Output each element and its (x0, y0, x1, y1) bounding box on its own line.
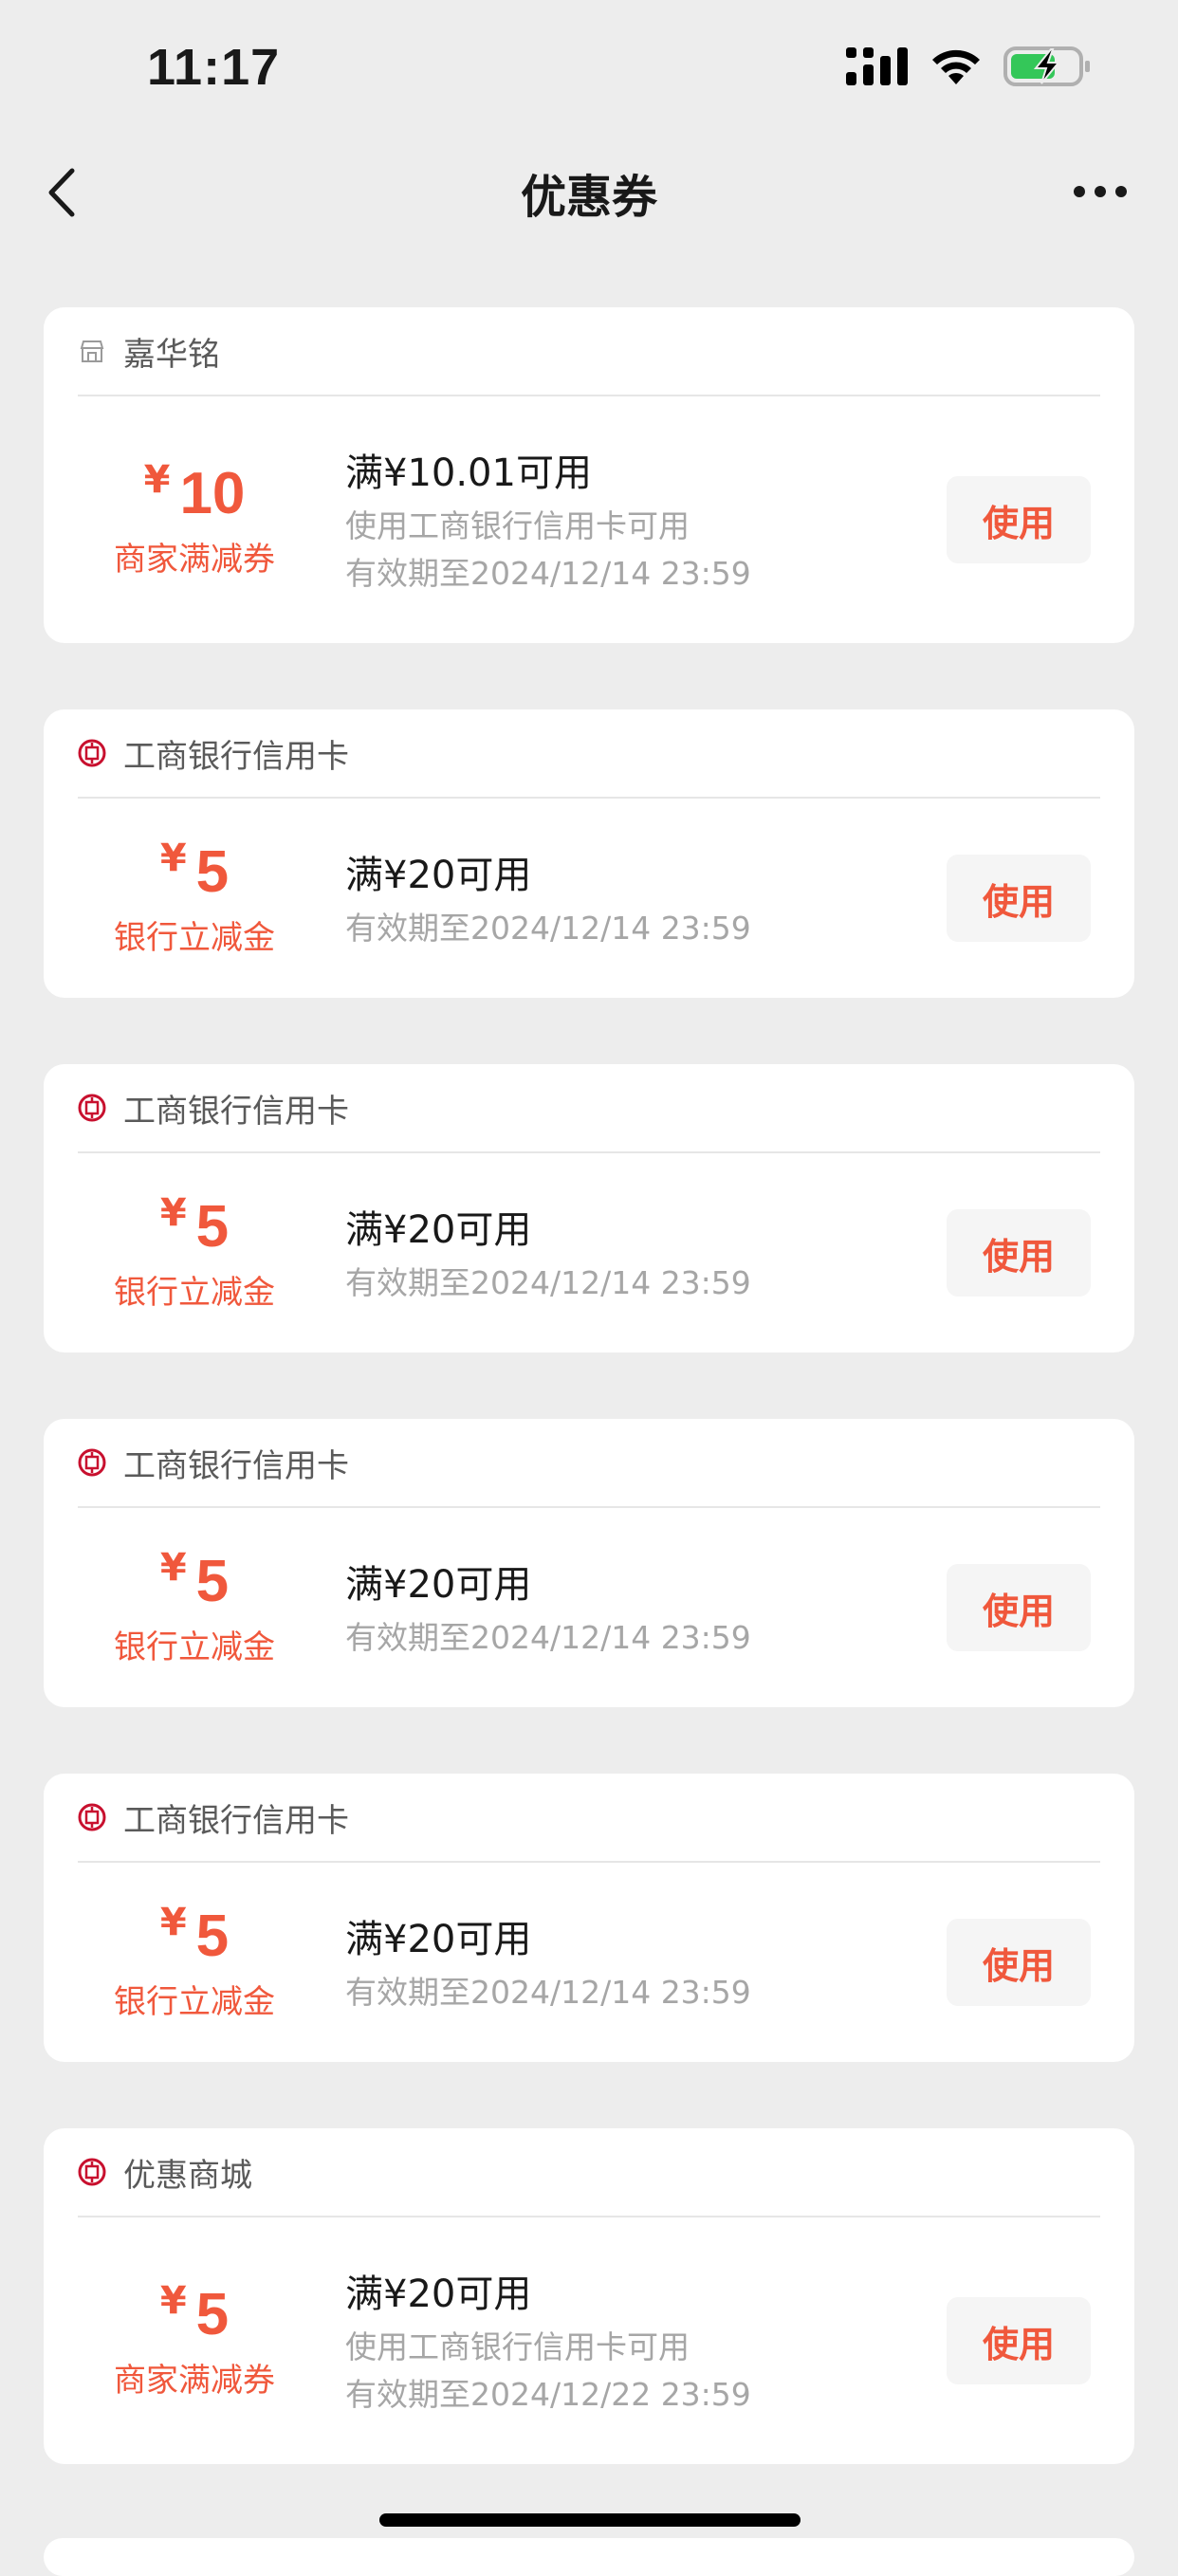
use-button[interactable]: 使用 (947, 1209, 1091, 1297)
next-coupon-card-edge (44, 2538, 1134, 2576)
cellular-signal-icon (846, 47, 908, 85)
currency-symbol: ¥ (159, 2278, 187, 2323)
use-button[interactable]: 使用 (947, 855, 1091, 942)
coupon-type: 银行立减金 (114, 1982, 275, 2021)
status-time: 11:17 (147, 39, 281, 96)
coupon-card: 优惠商城 ¥5 商家满减券 满¥20可用 使用工商银行信用卡可用 有效期至202… (44, 2128, 1134, 2464)
home-indicator[interactable] (379, 2513, 801, 2527)
coupon-header: 嘉华铭 (78, 307, 1100, 396)
coupon-card: 工商银行信用卡 ¥5 银行立减金 满¥20可用 有效期至2024/12/14 2… (44, 1774, 1134, 2062)
amount-block: ¥5 银行立减金 (44, 1194, 345, 1313)
currency-symbol: ¥ (159, 1190, 187, 1235)
page-title: 优惠券 (520, 171, 657, 224)
currency-symbol: ¥ (159, 1900, 187, 1944)
amount-block: ¥5 银行立减金 (44, 1904, 345, 2022)
coupon-header: 工商银行信用卡 (78, 1774, 1100, 1863)
coupon-header: 工商银行信用卡 (78, 1064, 1100, 1153)
coupon-card: 工商银行信用卡 ¥5 银行立减金 满¥20可用 有效期至2024/12/14 2… (44, 1064, 1134, 1352)
amount-block: ¥5 银行立减金 (44, 1549, 345, 1667)
coupon-body: ¥5 银行立减金 满¥20可用 有效期至2024/12/14 23:59 使用 (44, 1153, 1134, 1352)
coupon-amount: 5 (195, 1193, 230, 1260)
merchant-name: 工商银行信用卡 (123, 1092, 349, 1131)
amount-block: ¥5 商家满减券 (44, 2282, 345, 2401)
currency-symbol: ¥ (159, 1545, 187, 1590)
coupon-amount: 5 (195, 2281, 230, 2347)
use-button[interactable]: 使用 (947, 476, 1091, 563)
status-icons (846, 46, 1091, 87)
coupon-type: 商家满减券 (114, 540, 275, 579)
use-button[interactable]: 使用 (947, 2297, 1091, 2384)
coupon-amount: 5 (195, 1548, 230, 1614)
use-button[interactable]: 使用 (947, 1564, 1091, 1651)
amount-block: ¥10 商家满减券 (44, 461, 345, 580)
use-button[interactable]: 使用 (947, 1919, 1091, 2006)
currency-symbol: ¥ (159, 836, 187, 880)
coupon-body: ¥5 银行立减金 满¥20可用 有效期至2024/12/14 23:59 使用 (44, 799, 1134, 998)
icbc-logo-icon (78, 1448, 106, 1477)
merchant-name: 工商银行信用卡 (123, 737, 349, 776)
coupon-card: 工商银行信用卡 ¥5 银行立减金 满¥20可用 有效期至2024/12/14 2… (44, 709, 1134, 998)
icbc-logo-icon (78, 1803, 106, 1831)
coupon-card: 嘉华铭 ¥10 商家满减券 满¥10.01可用 使用工商银行信用卡可用 有效期至… (44, 307, 1134, 643)
more-options-icon[interactable] (1070, 171, 1131, 212)
coupon-amount: 10 (179, 460, 246, 526)
coupon-body: ¥5 商家满减券 满¥20可用 使用工商银行信用卡可用 有效期至2024/12/… (44, 2217, 1134, 2464)
coupon-type: 银行立减金 (114, 1628, 275, 1666)
icbc-logo-icon (78, 739, 106, 767)
icbc-logo-icon (78, 2158, 106, 2186)
merchant-name: 工商银行信用卡 (123, 1801, 349, 1840)
coupon-amount: 5 (195, 838, 230, 905)
store-icon (80, 340, 104, 362)
coupon-card: 工商银行信用卡 ¥5 银行立减金 满¥20可用 有效期至2024/12/14 2… (44, 1419, 1134, 1707)
merchant-name: 嘉华铭 (123, 335, 220, 374)
coupon-type: 商家满减券 (114, 2361, 275, 2400)
nav-bar: 优惠券 (0, 142, 1178, 242)
battery-charging-icon (1003, 46, 1090, 86)
coupon-body: ¥5 银行立减金 满¥20可用 有效期至2024/12/14 23:59 使用 (44, 1863, 1134, 2062)
icbc-logo-icon (78, 1094, 106, 1122)
coupon-list: 嘉华铭 ¥10 商家满减券 满¥10.01可用 使用工商银行信用卡可用 有效期至… (44, 307, 1134, 2530)
status-bar: 11:17 (0, 0, 1178, 142)
merchant-name: 优惠商城 (123, 2156, 252, 2195)
wifi-icon (932, 49, 980, 84)
coupon-body: ¥10 商家满减券 满¥10.01可用 使用工商银行信用卡可用 有效期至2024… (44, 396, 1134, 643)
currency-symbol: ¥ (143, 457, 171, 502)
coupon-type: 银行立减金 (114, 1273, 275, 1312)
merchant-name: 工商银行信用卡 (123, 1446, 349, 1485)
coupon-header: 优惠商城 (78, 2128, 1100, 2217)
amount-block: ¥5 银行立减金 (44, 839, 345, 958)
coupon-amount: 5 (195, 1903, 230, 1969)
coupon-body: ¥5 银行立减金 满¥20可用 有效期至2024/12/14 23:59 使用 (44, 1508, 1134, 1707)
coupon-header: 工商银行信用卡 (78, 709, 1100, 799)
coupon-type: 银行立减金 (114, 918, 275, 957)
coupon-header: 工商银行信用卡 (78, 1419, 1100, 1508)
